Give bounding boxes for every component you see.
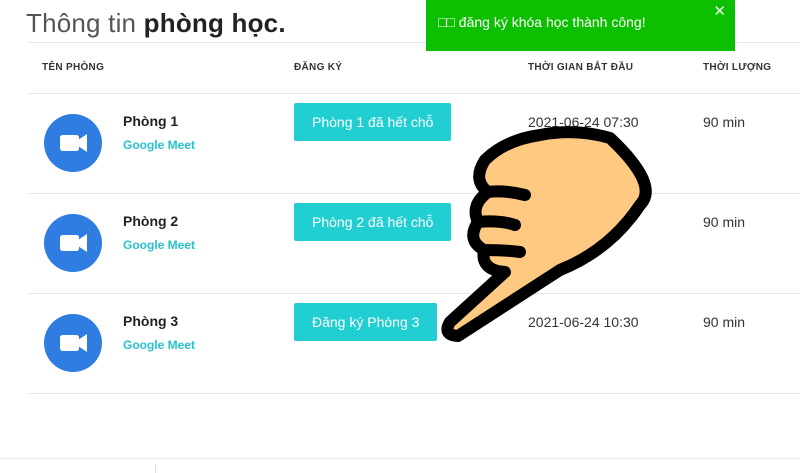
table-row: Phòng 1 Google Meet Phòng 1 đã hết chỗ 2… xyxy=(0,94,800,194)
page-title: Thông tin phòng học. xyxy=(26,8,286,39)
page-title-light: Thông tin xyxy=(26,8,137,38)
column-header-start-time: THỜI GIAN BẮT ĐẦU xyxy=(528,62,634,73)
column-header-duration: THỜI LƯỢNG xyxy=(703,62,772,73)
room-full-button[interactable]: Phòng 2 đã hết chỗ xyxy=(294,203,452,241)
room-name: Phòng 3 xyxy=(123,313,179,329)
row-divider xyxy=(28,393,800,394)
table-row: Phòng 2 Google Meet Phòng 2 đã hết chỗ 9… xyxy=(0,194,800,294)
start-time: 2021-06-24 10:30 xyxy=(528,314,639,330)
google-meet-icon xyxy=(44,114,102,172)
footer-divider xyxy=(0,458,800,459)
room-name: Phòng 2 xyxy=(123,213,179,229)
room-provider: Google Meet xyxy=(123,338,196,352)
room-full-button[interactable]: Phòng 1 đã hết chỗ xyxy=(294,103,452,141)
duration: 90 min xyxy=(703,214,746,230)
column-header-room: TÊN PHÒNG xyxy=(42,62,105,73)
room-provider: Google Meet xyxy=(123,138,196,152)
duration: 90 min xyxy=(703,114,746,130)
footer-separator xyxy=(155,464,156,473)
column-header-register: ĐĂNG KÝ xyxy=(294,62,343,73)
page-title-bold: phòng học. xyxy=(143,8,286,38)
start-time: 2021-06-24 07:30 xyxy=(528,114,639,130)
google-meet-icon xyxy=(44,214,102,272)
google-meet-icon xyxy=(44,314,102,372)
room-name: Phòng 1 xyxy=(123,113,179,129)
table-row: Phòng 3 Google Meet Đăng ký Phòng 3 2021… xyxy=(0,294,800,394)
close-icon[interactable]: ✕ xyxy=(713,2,726,20)
room-provider: Google Meet xyxy=(123,238,196,252)
toast-message: □□ đăng ký khóa học thành công! xyxy=(438,14,646,30)
success-toast: □□ đăng ký khóa học thành công! ✕ xyxy=(426,0,735,51)
duration: 90 min xyxy=(703,314,746,330)
register-room-button[interactable]: Đăng ký Phòng 3 xyxy=(294,303,438,341)
